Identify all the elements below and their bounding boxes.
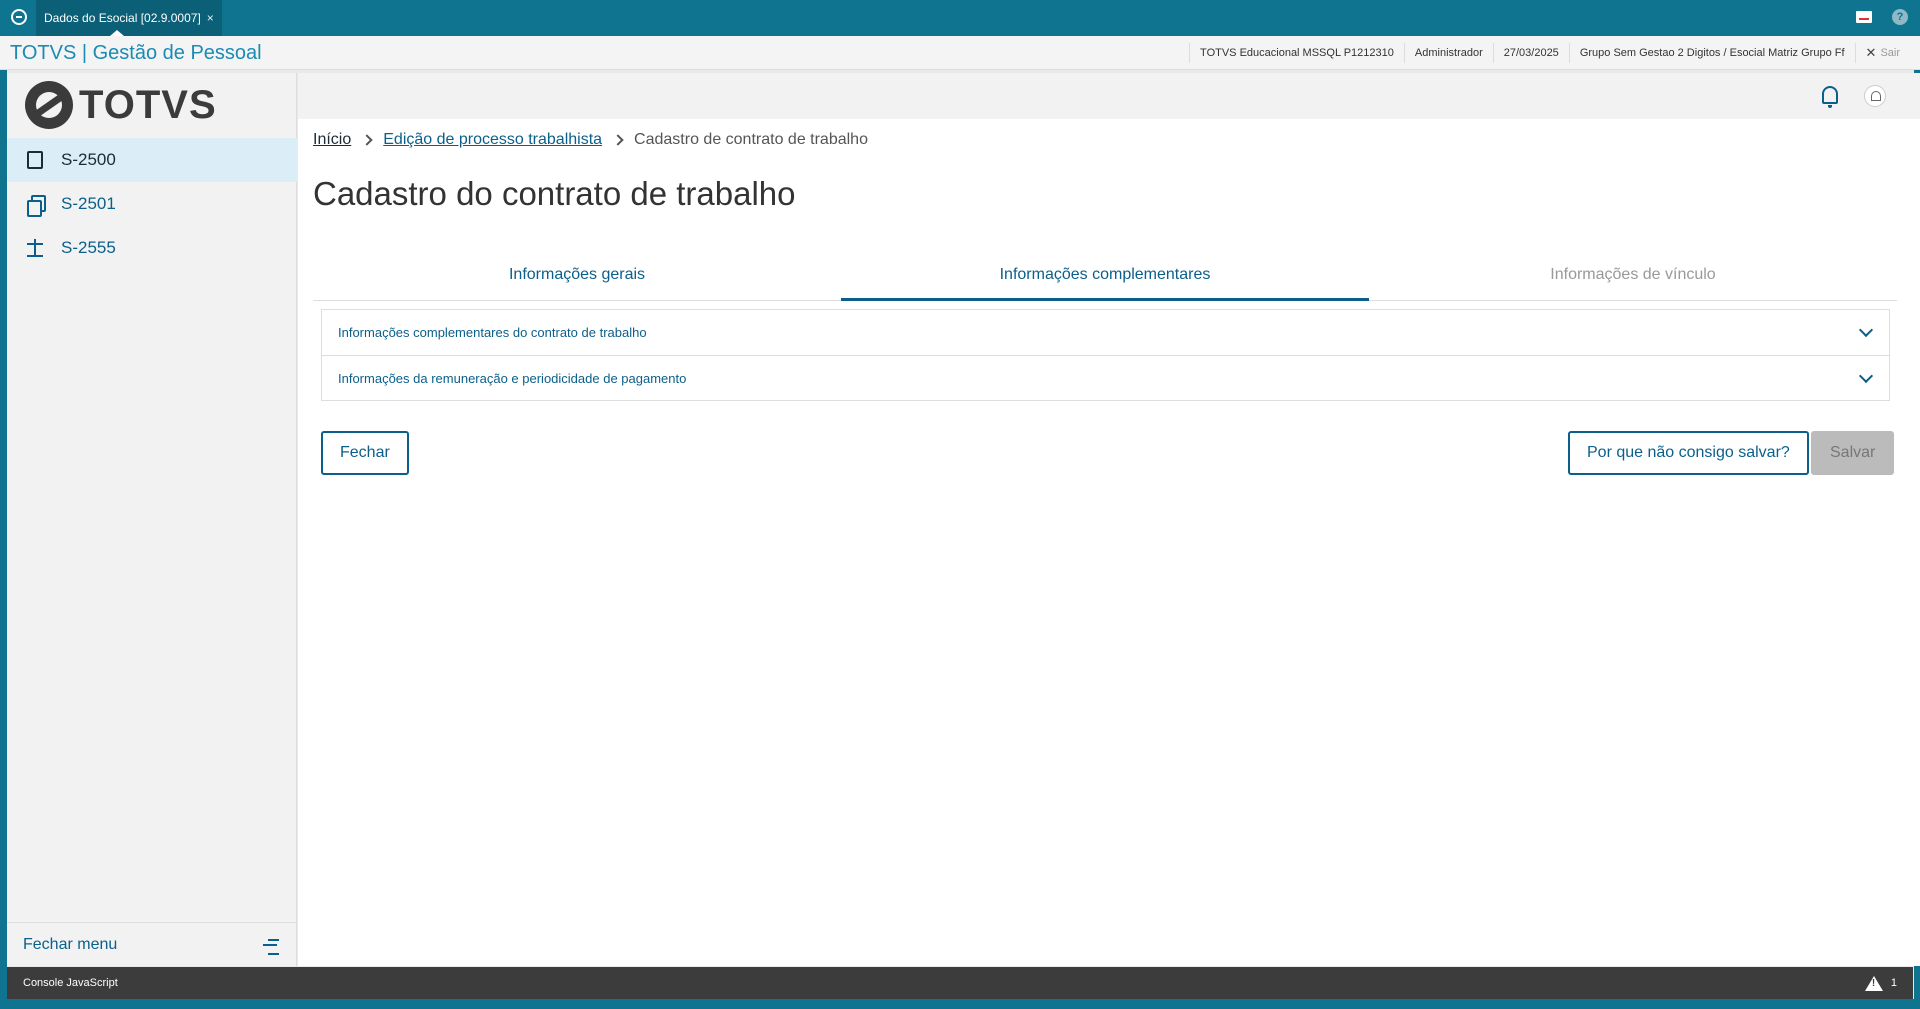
accordion-item-remuneracao[interactable]: Informações da remuneração e periodicida… [322, 355, 1889, 400]
user-label: Administrador [1403, 43, 1493, 63]
mail-icon[interactable] [1856, 11, 1872, 23]
sidebar-item-label: S-2500 [61, 150, 116, 169]
user-avatar-icon[interactable] [1864, 85, 1886, 107]
accordion-item-contrato[interactable]: Informações complementares do contrato d… [322, 310, 1889, 355]
warning-icon [1864, 975, 1883, 991]
chevron-down-icon [1858, 322, 1874, 338]
close-tab-icon[interactable]: × [207, 1, 214, 35]
logout-label: Sair [1880, 47, 1900, 59]
save-button[interactable]: Salvar [1811, 431, 1895, 475]
content-toolbar [298, 73, 1920, 119]
collapse-menu-icon [263, 938, 279, 955]
bell-icon[interactable] [1822, 86, 1838, 108]
close-menu-button[interactable]: Fechar menu [7, 922, 297, 966]
tab-bar: Informações gerais Informações complemen… [313, 255, 1897, 301]
breadcrumb: Início Edição de processo trabalhista Ca… [313, 131, 868, 149]
close-icon: ✕ [1865, 45, 1877, 60]
logout-button[interactable]: ✕ Sair [1854, 43, 1920, 63]
tab-informacoes-de-vinculo: Informações de vínculo [1550, 266, 1716, 283]
page-title: Cadastro do contrato de trabalho [313, 175, 796, 212]
main-content: Início Edição de processo trabalhista Ca… [298, 119, 1920, 966]
sidebar-item-label: S-2501 [61, 194, 116, 213]
tab-informacoes-gerais[interactable]: Informações gerais [313, 255, 841, 300]
document-icon [27, 151, 43, 169]
logo-text: TOTVS [79, 82, 217, 127]
date-label: 27/03/2025 [1492, 43, 1569, 63]
console-label: Console JavaScript [23, 977, 118, 989]
breadcrumb-home-link[interactable]: Início [313, 131, 351, 149]
close-menu-label: Fechar menu [23, 935, 118, 953]
why-cant-save-button[interactable]: Por que não consigo salvar? [1568, 431, 1809, 475]
copy-icon [27, 195, 46, 217]
tab-informacoes-complementares[interactable]: Informações complementares [841, 255, 1369, 301]
chevron-down-icon [1858, 368, 1874, 383]
help-icon[interactable]: ? [1892, 9, 1908, 25]
session-info: TOTVS Educacional MSSQL P1212310 Adminis… [1189, 36, 1920, 70]
window-title-bar: Dados do Esocial [02.9.0007] × ? [0, 0, 1920, 36]
close-button[interactable]: Fechar [321, 431, 409, 475]
app-logo-icon [11, 9, 27, 25]
sidebar-item-s2501[interactable]: S-2501 [7, 182, 297, 226]
accordion-item-label: Informações complementares do contrato d… [338, 325, 647, 340]
breadcrumb-parent-link[interactable]: Edição de processo trabalhista [383, 131, 602, 149]
window-frame-left [0, 70, 7, 1009]
accordion-item-label: Informações da remuneração e periodicida… [338, 370, 687, 386]
warning-count: 1 [1890, 977, 1897, 989]
console-warnings[interactable]: 1 [1864, 975, 1897, 991]
environment-label: TOTVS Educacional MSSQL P1212310 [1189, 43, 1404, 63]
javascript-console-bar[interactable]: Console JavaScript 1 [7, 967, 1913, 999]
breadcrumb-current: Cadastro de contrato de trabalho [634, 131, 868, 148]
company-label: Grupo Sem Gestao 2 Digitos / Esocial Mat… [1568, 43, 1855, 63]
chevron-right-icon [612, 134, 624, 146]
totvs-logo: TOTVS [25, 81, 217, 129]
chevron-right-icon [361, 134, 373, 146]
scale-icon [27, 239, 43, 257]
sidebar: TOTVS S-2500 S-2501 S-2555 Fechar menu [7, 73, 297, 966]
window-tab[interactable]: Dados do Esocial [02.9.0007] × [36, 0, 222, 36]
sidebar-item-s2555[interactable]: S-2555 [7, 226, 297, 270]
accordion: Informações complementares do contrato d… [321, 309, 1890, 401]
totvs-logo-icon [25, 81, 73, 129]
sidebar-item-s2500[interactable]: S-2500 [7, 138, 297, 182]
window-frame-bottom [0, 999, 1920, 1009]
sidebar-item-label: S-2555 [61, 238, 116, 257]
brand-title: TOTVS | Gestão de Pessoal [10, 42, 262, 64]
app-header: TOTVS | Gestão de Pessoal TOTVS Educacio… [0, 36, 1920, 70]
